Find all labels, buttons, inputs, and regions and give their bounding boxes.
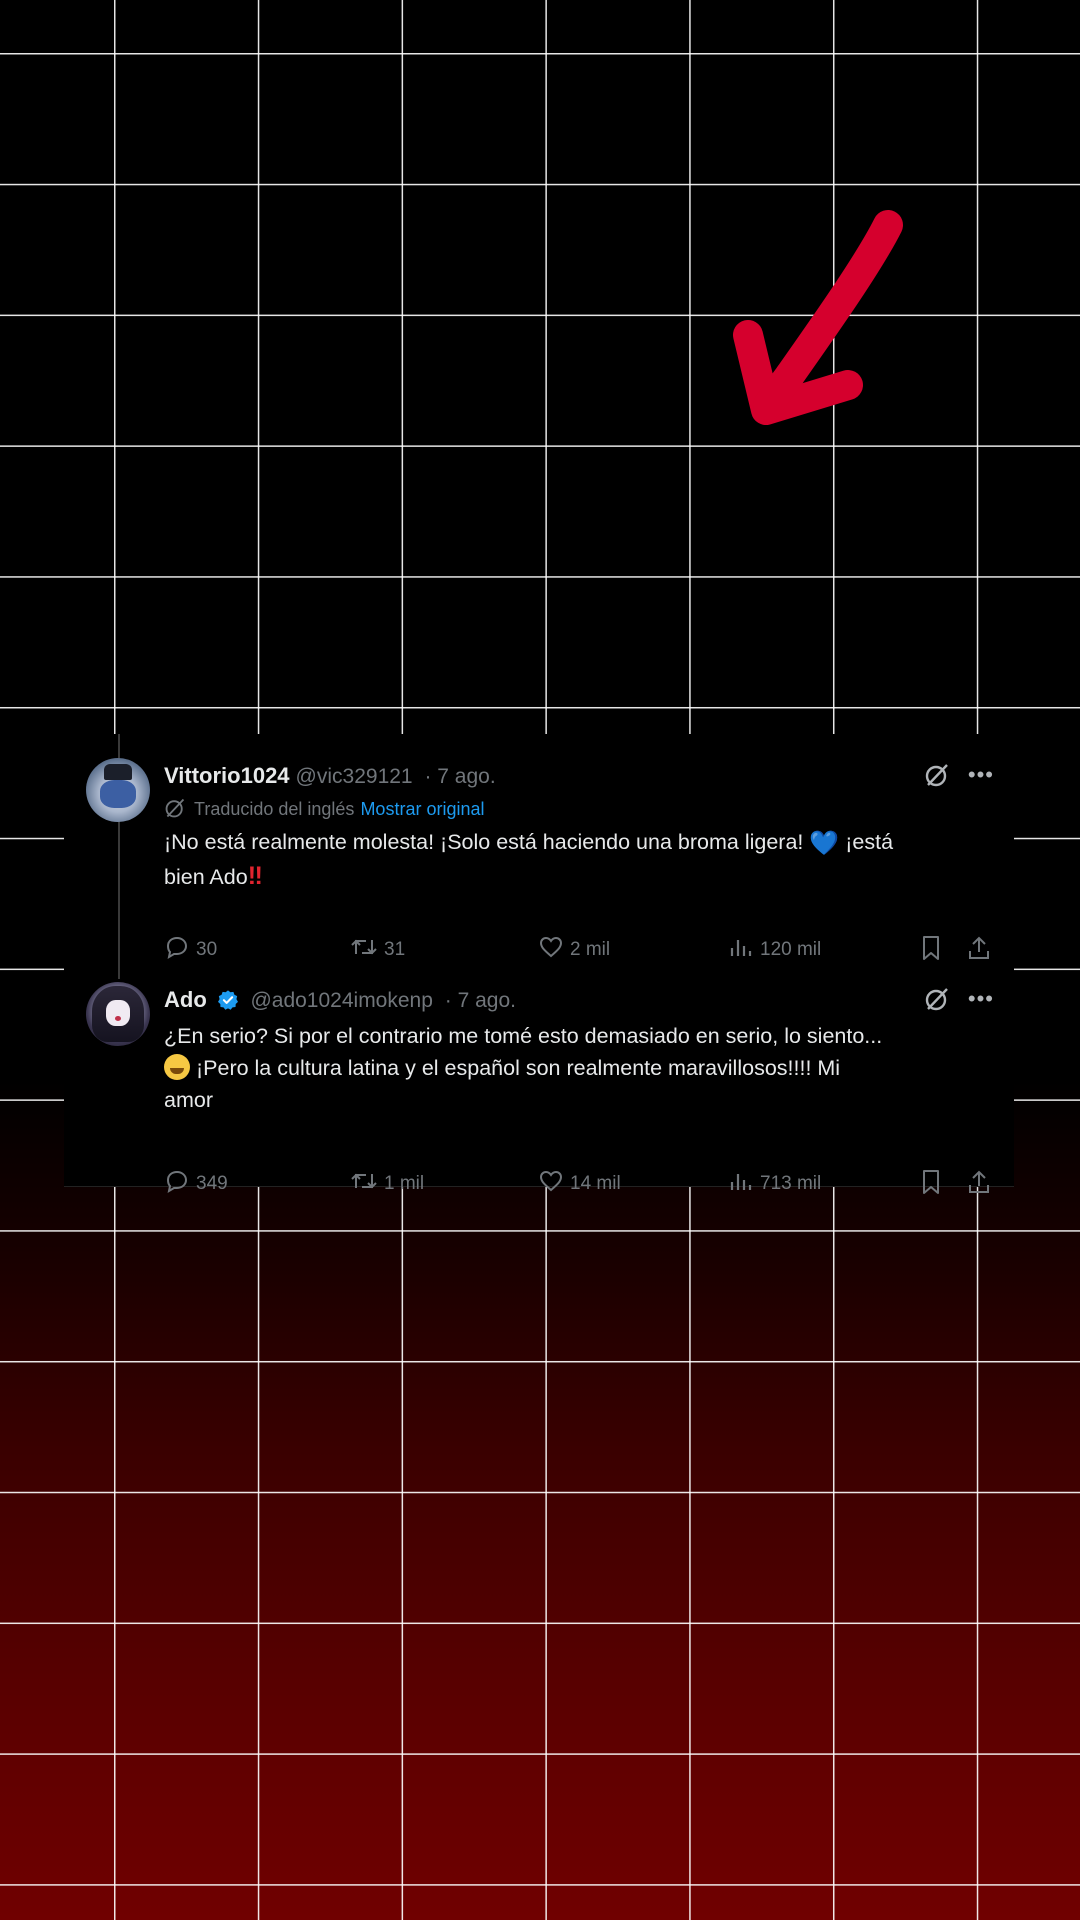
views-icon xyxy=(730,1174,752,1190)
translated-label: Traducido del inglés xyxy=(194,799,355,819)
like-button[interactable]: 2 mil xyxy=(538,934,610,964)
views-button[interactable]: 713 mil xyxy=(728,1168,821,1198)
share-icon xyxy=(969,936,989,959)
avatar-face xyxy=(106,1000,130,1026)
reply-button[interactable]: 30 xyxy=(164,934,217,964)
share-button[interactable] xyxy=(966,1168,998,1198)
view-count: 713 mil xyxy=(760,1173,822,1194)
grok-icon[interactable] xyxy=(924,986,950,1012)
bookmark-icon xyxy=(923,1170,939,1194)
avatar[interactable] xyxy=(86,758,150,822)
grok-icon[interactable] xyxy=(924,762,950,788)
tweet-text-line: ¿En serio? Si por el contrario me tomé e… xyxy=(164,1024,883,1048)
verified-badge-icon xyxy=(217,990,238,1010)
tweet-actions: 30 31 2 mil 120 mil xyxy=(164,934,994,964)
reply-icon xyxy=(166,936,188,960)
red-arrow-annotation xyxy=(733,210,903,425)
reply-count: 349 xyxy=(196,1173,228,1194)
translation-notice: Traducido del inglés Mostrar original xyxy=(164,794,994,824)
tweet-text-line: bien Ado xyxy=(164,865,248,889)
retweet-button[interactable]: 1 mil xyxy=(350,1168,424,1198)
retweet-icon xyxy=(351,939,377,955)
display-name[interactable]: Vittorio1024 xyxy=(164,763,290,788)
bookmark-button[interactable] xyxy=(918,1168,950,1198)
tweet-thread-card: Vittorio1024 @vic329121 · 7 ago. ••• Trad… xyxy=(64,734,1014,1194)
bookmark-button[interactable] xyxy=(918,934,950,964)
tweet-text: ¿En serio? Si por el contrario me tomé e… xyxy=(164,1020,994,1116)
avatar-hat xyxy=(104,764,132,780)
double-exclamation-emoji: ‼ xyxy=(247,862,263,890)
reply-count: 30 xyxy=(196,939,218,960)
like-count: 14 mil xyxy=(570,1173,621,1194)
tweet-header: Ado @ado1024imokenp · 7 ago. ••• xyxy=(164,982,994,1018)
more-options-icon[interactable]: ••• xyxy=(968,988,994,1010)
tweet-text-line: amor xyxy=(164,1088,213,1112)
tweet-header: Vittorio1024 @vic329121 · 7 ago. ••• xyxy=(164,758,994,794)
tweet-actions: 349 1 mil 14 mil 713 mil xyxy=(164,1168,994,1198)
share-icon xyxy=(969,1170,989,1193)
blue-heart-emoji: 💙 xyxy=(809,830,840,857)
more-options-icon[interactable]: ••• xyxy=(968,764,994,786)
avatar-face xyxy=(100,780,136,808)
view-count: 120 mil xyxy=(760,939,822,960)
display-name[interactable]: Ado xyxy=(164,987,207,1012)
tweet-date[interactable]: · 7 ago. xyxy=(424,765,495,788)
avatar[interactable] xyxy=(86,982,150,1046)
views-button[interactable]: 120 mil xyxy=(728,934,821,964)
tweet-text: ¡No está realmente molesta! ¡Solo está h… xyxy=(164,826,994,893)
user-handle[interactable]: @ado1024imokenp xyxy=(250,989,432,1012)
show-original-link[interactable]: Mostrar original xyxy=(360,799,484,819)
bookmark-icon xyxy=(923,936,939,960)
heart-icon xyxy=(539,936,563,958)
heart-icon xyxy=(539,1170,563,1192)
like-count: 2 mil xyxy=(570,939,611,960)
retweet-icon xyxy=(351,1173,377,1189)
like-button[interactable]: 14 mil xyxy=(538,1168,621,1198)
tweet-date[interactable]: · 7 ago. xyxy=(445,989,516,1012)
reply-icon xyxy=(166,1170,188,1194)
reply-button[interactable]: 349 xyxy=(164,1168,228,1198)
translate-icon xyxy=(165,798,185,818)
retweet-count: 1 mil xyxy=(384,1173,425,1194)
tweet-text-line: ¡Pero la cultura latina y el español son… xyxy=(195,1056,841,1080)
sweat-smile-emoji xyxy=(164,1054,190,1080)
retweet-button[interactable]: 31 xyxy=(350,934,405,964)
retweet-count: 31 xyxy=(384,939,406,960)
share-button[interactable] xyxy=(966,934,998,964)
user-handle[interactable]: @vic329121 xyxy=(296,765,413,788)
views-icon xyxy=(730,940,752,956)
tweet-text-line: ¡No está realmente molesta! ¡Solo está h… xyxy=(164,830,804,854)
avatar-mouth xyxy=(115,1016,121,1021)
tweet-text-line: ¡está xyxy=(845,830,894,854)
